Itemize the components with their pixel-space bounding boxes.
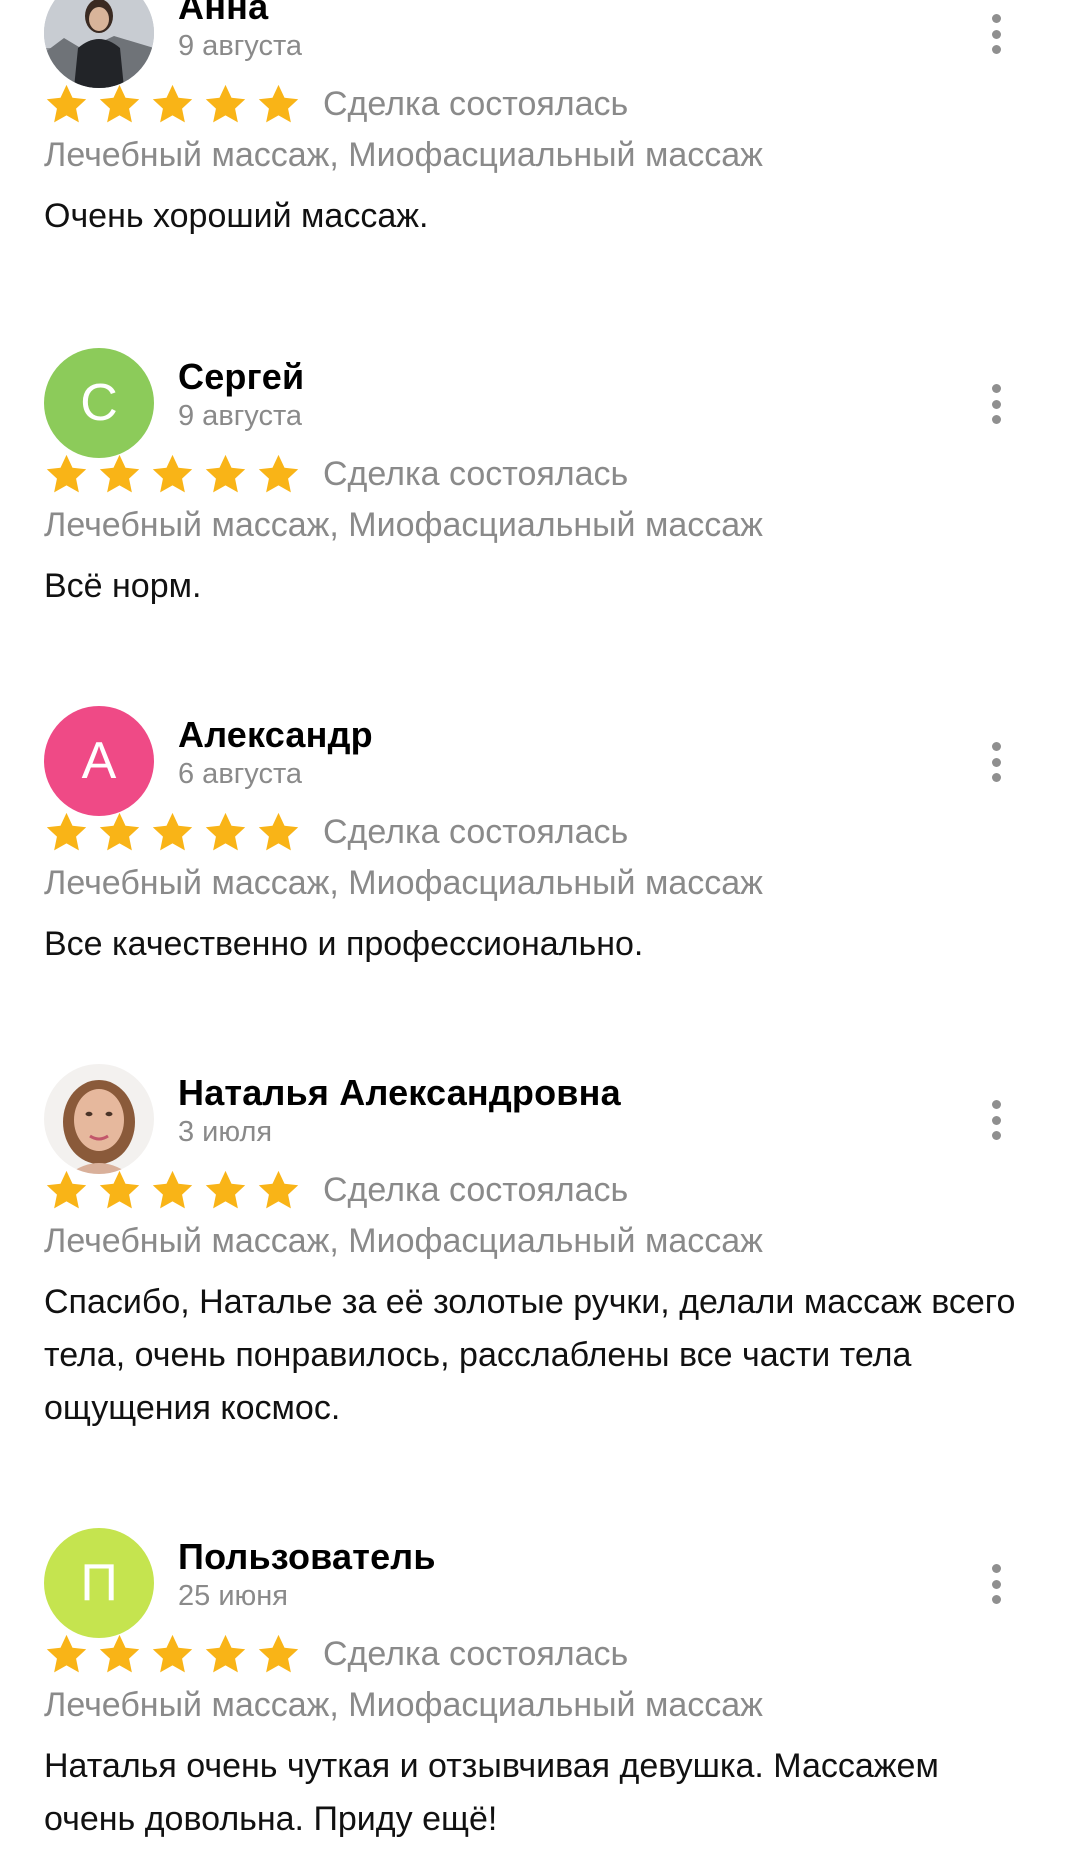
star-icon (152, 1170, 193, 1208)
star-icon (46, 1634, 87, 1672)
star-icon (258, 84, 299, 122)
star-rating (44, 452, 301, 497)
star-rating (44, 1632, 301, 1677)
user-photo-icon (44, 1064, 154, 1174)
rating: Сделка состоялась (44, 1630, 628, 1678)
star-icon (152, 84, 193, 122)
rating: Сделка состоялась (44, 450, 628, 498)
avatar-letter: А (81, 732, 117, 790)
star-icon (152, 1634, 193, 1672)
star-icon (152, 454, 193, 492)
more-options-icon[interactable] (982, 1558, 1010, 1610)
avatar-letter: С (80, 374, 118, 432)
star-icon (205, 1634, 246, 1672)
star-icon (258, 1634, 299, 1672)
review-date: 3 июля (178, 1116, 273, 1148)
more-options-icon[interactable] (982, 1094, 1010, 1146)
service-tags: Лечебный массаж, Миофасциальный массаж (44, 1222, 763, 1260)
review-text: Очень хороший массаж. (44, 197, 429, 235)
star-icon (99, 84, 140, 122)
star-rating (44, 1168, 301, 1213)
avatar[interactable]: П (44, 1528, 154, 1638)
review-text: Спасибо, Наталье за её золотые ручки, де… (44, 1283, 1016, 1427)
review-date: 6 августа (178, 758, 303, 790)
deal-status: Сделка состоялась (323, 84, 629, 123)
review-date: 9 августа (178, 30, 303, 62)
avatar[interactable] (44, 1064, 154, 1174)
service-tags: Лечебный массаж, Миофасциальный массаж (44, 136, 763, 174)
rating: Сделка состоялась (44, 80, 628, 128)
avatar-letter: П (80, 1554, 118, 1612)
avatar[interactable]: А (44, 706, 154, 816)
star-icon (46, 812, 87, 850)
star-icon (205, 454, 246, 492)
star-icon (99, 454, 140, 492)
reviewer-name: Пользователь (178, 1536, 436, 1577)
user-photo-icon (44, 0, 154, 88)
star-icon (46, 454, 87, 492)
reviewer-name: Наталья Александровна (178, 1072, 621, 1113)
review-text: Всё норм. (44, 567, 202, 605)
star-icon (99, 1170, 140, 1208)
star-icon (205, 84, 246, 122)
avatar[interactable] (44, 0, 154, 88)
service-tags: Лечебный массаж, Миофасциальный массаж (44, 864, 763, 902)
more-options-icon[interactable] (982, 736, 1010, 788)
review-text: Все качественно и профессионально. (44, 925, 644, 963)
more-options-icon[interactable] (982, 8, 1010, 60)
reviewer-name: Александр (178, 714, 373, 755)
star-icon (46, 84, 87, 122)
star-icon (205, 1170, 246, 1208)
deal-status: Сделка состоялась (323, 1170, 629, 1209)
star-icon (258, 454, 299, 492)
deal-status: Сделка состоялась (323, 454, 629, 493)
service-tags: Лечебный массаж, Миофасциальный массаж (44, 1686, 763, 1724)
star-icon (99, 812, 140, 850)
deal-status: Сделка состоялась (323, 812, 629, 851)
star-icon (99, 1634, 140, 1672)
star-icon (258, 1170, 299, 1208)
star-icon (205, 812, 246, 850)
star-rating (44, 82, 301, 127)
star-icon (152, 812, 193, 850)
reviewer-name: Сергей (178, 356, 305, 397)
review-date: 9 августа (178, 400, 303, 432)
review-text: Наталья очень чуткая и отзывчивая девушк… (44, 1747, 939, 1838)
deal-status: Сделка состоялась (323, 1634, 629, 1673)
avatar[interactable]: С (44, 348, 154, 458)
star-icon (46, 1170, 87, 1208)
rating: Сделка состоялась (44, 808, 628, 856)
reviewer-name: Анна (178, 0, 269, 27)
service-tags: Лечебный массаж, Миофасциальный массаж (44, 506, 763, 544)
review-date: 25 июня (178, 1580, 288, 1612)
star-rating (44, 810, 301, 855)
star-icon (258, 812, 299, 850)
more-options-icon[interactable] (982, 378, 1010, 430)
rating: Сделка состоялась (44, 1166, 628, 1214)
